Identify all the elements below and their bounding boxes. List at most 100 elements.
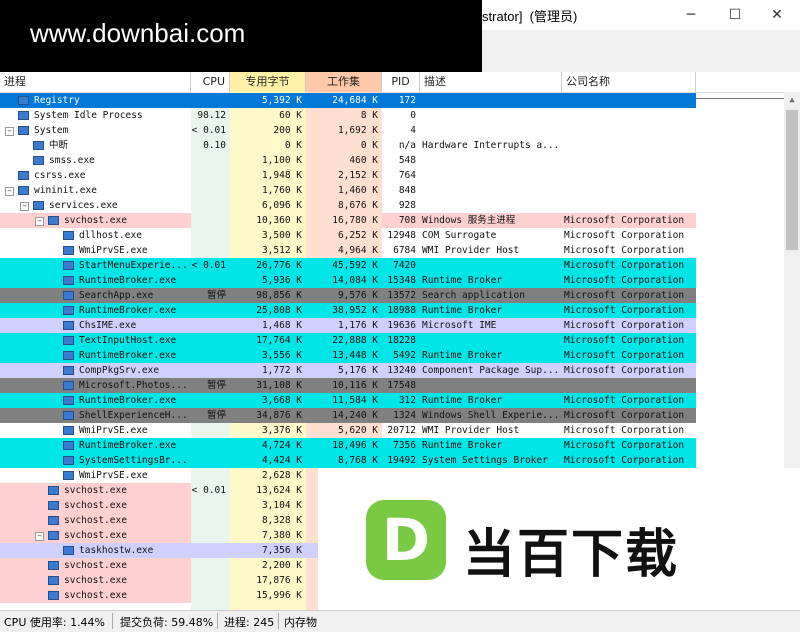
scroll-thumb[interactable]	[786, 110, 798, 250]
process-row[interactable]: RuntimeBroker.exe 25,808 K 38,952 K 18988 Ru…	[0, 303, 696, 318]
cell-priv: 1,468 K	[261, 320, 302, 331]
process-row[interactable]: − services.exe 6,096 K 8,676 K 928	[0, 198, 696, 213]
cell-cpu	[191, 333, 226, 348]
process-name: Microsoft.Photos...	[79, 380, 188, 391]
maximize-button[interactable]: ☐	[720, 4, 750, 26]
cell-priv: 1,100 K	[261, 155, 302, 166]
cell-pid: 13572	[387, 290, 416, 301]
header-company[interactable]: 公司名称	[562, 72, 696, 92]
process-row[interactable]: RuntimeBroker.exe 3,668 K 11,584 K 312 Runti…	[0, 393, 696, 408]
process-icon	[48, 591, 59, 600]
process-row[interactable]: RuntimeBroker.exe 5,936 K 14,084 K 15348 Run…	[0, 273, 696, 288]
cell-cpu	[191, 303, 226, 318]
cell-ws: 8 K	[360, 110, 378, 121]
header-working-set[interactable]: 工作集	[306, 72, 382, 92]
cell-desc	[420, 183, 560, 198]
cell-company: Microsoft Corporation	[564, 365, 685, 376]
cell-cpu: < 0.01	[191, 485, 226, 496]
window-title: strator] (管理员)	[482, 9, 578, 24]
close-button[interactable]: ✕	[762, 4, 792, 26]
process-icon	[48, 531, 59, 540]
process-row[interactable]: System Idle Process 98.12 60 K 8 K 0	[0, 108, 696, 123]
collapse-icon[interactable]: −	[35, 532, 44, 541]
process-name: StartMenuExperie...	[79, 260, 188, 271]
cell-priv: 4,724 K	[261, 440, 302, 451]
watermark-text: www.downbai.com	[30, 18, 246, 48]
process-name: svchost.exe	[64, 590, 127, 601]
cell-company: Microsoft Corporation	[564, 260, 685, 271]
process-icon	[48, 561, 59, 570]
watermark-banner: www.downbai.com	[0, 0, 482, 72]
process-name: CompPkgSrv.exe	[79, 365, 160, 376]
cell-company: Microsoft Corporation	[564, 305, 685, 316]
status-cpu: CPU 使用率: 1.44%	[4, 616, 106, 629]
header-private-bytes[interactable]: 专用字节	[230, 72, 306, 92]
cell-cpu	[191, 543, 226, 558]
process-row[interactable]: CompPkgSrv.exe 1,772 K 5,176 K 13240 Compone…	[0, 363, 696, 378]
cell-company: Microsoft Corporation	[564, 395, 685, 406]
process-row[interactable]: − wininit.exe 1,760 K 1,460 K 848	[0, 183, 696, 198]
cell-pid: 12948	[387, 230, 416, 241]
process-row[interactable]: − System < 0.01 200 K 1,692 K 4	[0, 123, 696, 138]
cell-company	[562, 138, 694, 153]
logo-badge-icon: D	[366, 500, 446, 580]
cell-pid: 1324	[393, 410, 416, 421]
process-name: RuntimeBroker.exe	[79, 440, 177, 451]
process-name: svchost.exe	[64, 215, 127, 226]
process-name: WmiPrvSE.exe	[79, 425, 148, 436]
header-cpu[interactable]: CPU	[191, 72, 230, 92]
process-row[interactable]: StartMenuExperie... < 0.01 26,776 K 45,592 …	[0, 258, 696, 273]
cell-pid: 708	[398, 215, 416, 226]
process-row[interactable]: Microsoft.Photos... 暂停 31,108 K 10,116 K 175…	[0, 378, 696, 393]
collapse-icon[interactable]: −	[5, 127, 14, 136]
cell-pid: 20712	[387, 425, 416, 436]
cell-priv: 3,556 K	[261, 350, 302, 361]
process-row[interactable]: smss.exe 1,100 K 460 K 548	[0, 153, 696, 168]
process-row[interactable]: WmiPrvSE.exe 3,376 K 5,620 K 20712 WMI Provi…	[0, 423, 696, 438]
cell-pid: 764	[398, 170, 416, 181]
process-row[interactable]: 中断 0.10 0 K 0 K n/a Hardware Interrupts a...	[0, 138, 696, 153]
cell-priv: 1,772 K	[261, 365, 302, 376]
cell-ws: 13,448 K	[332, 350, 378, 361]
process-row[interactable]: dllhost.exe 3,500 K 6,252 K 12948 COM Surrog…	[0, 228, 696, 243]
process-row[interactable]: SystemSettingsBr... 4,424 K 8,768 K 19492 Sy…	[0, 453, 696, 468]
minimize-button[interactable]: ─	[676, 4, 706, 26]
process-row[interactable]: RuntimeBroker.exe 4,724 K 18,496 K 7356 Runt…	[0, 438, 696, 453]
status-commit: 提交负荷: 59.48%	[120, 616, 214, 629]
process-row[interactable]: − svchost.exe 10,360 K 16,780 K 708 Windows 服…	[0, 213, 696, 228]
collapse-icon[interactable]: −	[35, 217, 44, 226]
cell-priv: 25,808 K	[256, 305, 302, 316]
process-name: SearchApp.exe	[79, 290, 154, 301]
collapse-icon[interactable]: −	[20, 202, 29, 211]
process-row[interactable]: ChsIME.exe 1,468 K 1,176 K 19636 Microsoft I…	[0, 318, 696, 333]
status-memory: 内存物	[284, 616, 317, 629]
cell-ws: 16,780 K	[332, 215, 378, 226]
collapse-icon[interactable]: −	[5, 187, 14, 196]
header-pid[interactable]: PID	[382, 72, 420, 92]
process-icon	[48, 216, 59, 225]
process-name: System	[34, 125, 69, 136]
status-processes: 进程: 245	[224, 616, 275, 629]
cell-company: Microsoft Corporation	[564, 335, 685, 346]
process-row[interactable]: csrss.exe 1,948 K 2,152 K 764	[0, 168, 696, 183]
process-name: ChsIME.exe	[79, 320, 137, 331]
process-row[interactable]: RuntimeBroker.exe 3,556 K 13,448 K 5492 Runt…	[0, 348, 696, 363]
process-row[interactable]: ShellExperienceH... 暂停 34,876 K 14,240 K 132…	[0, 408, 696, 423]
process-icon	[63, 381, 74, 390]
cell-cpu	[191, 438, 226, 453]
cell-desc: Runtime Broker	[422, 440, 503, 451]
process-name: taskhostw.exe	[79, 545, 154, 556]
process-row[interactable]: Registry 5,392 K 24,684 K 172	[0, 93, 696, 108]
process-icon	[63, 546, 74, 555]
process-row[interactable]: WmiPrvSE.exe 3,512 K 4,964 K 6784 WMI Provid…	[0, 243, 696, 258]
header-description[interactable]: 描述	[420, 72, 562, 92]
cell-desc: Runtime Broker	[422, 395, 503, 406]
process-icon	[63, 396, 74, 405]
cell-priv: 5,936 K	[261, 275, 302, 286]
cell-ws: 460 K	[349, 155, 378, 166]
cell-cpu	[191, 318, 226, 333]
scroll-up-icon[interactable]: ▲	[784, 92, 800, 108]
header-process[interactable]: 进程	[0, 72, 191, 92]
process-row[interactable]: TextInputHost.exe 17,764 K 22,888 K 18228 Mi…	[0, 333, 696, 348]
process-row[interactable]: SearchApp.exe 暂停 98,856 K 9,576 K 13572 Searc…	[0, 288, 696, 303]
